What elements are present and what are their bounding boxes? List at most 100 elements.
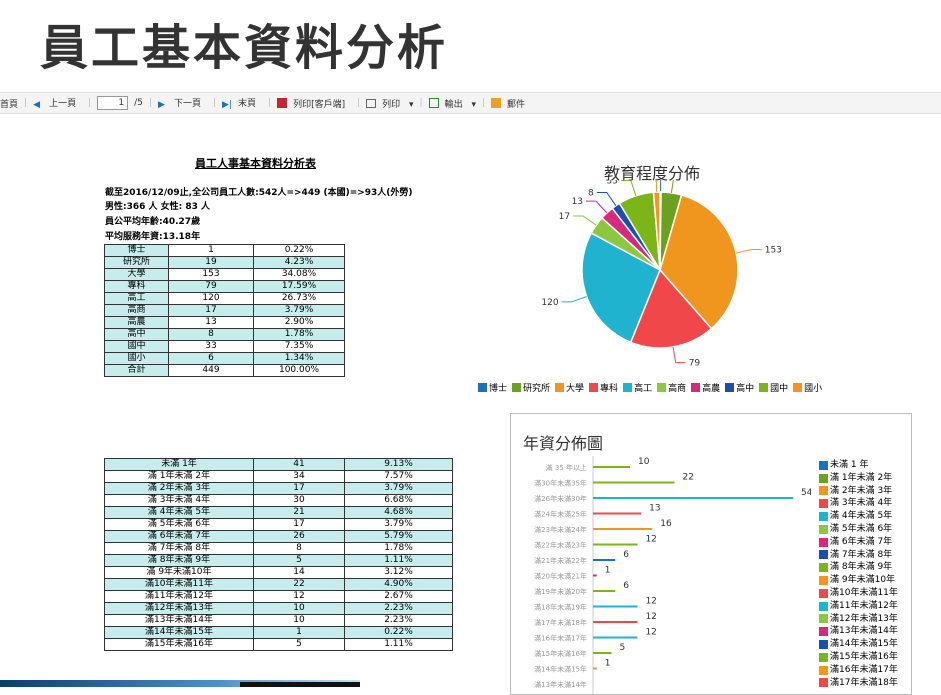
bar-category-label: 滿19年未滿20年 (534, 587, 587, 596)
bar-category-label: 滿 35 年以上 (546, 463, 587, 472)
legend-item[interactable]: 滿 4年未滿 5年 (819, 510, 898, 523)
table-row: 博士 1 0.22% (104, 244, 345, 257)
legend-item[interactable]: 高農 (691, 381, 720, 394)
legend-label: 滿15年未滿16年 (830, 651, 898, 662)
table-cell: 滿12年未滿13年 (104, 602, 254, 615)
legend-swatch (657, 383, 667, 392)
next-page-button[interactable]: ▶ 下一頁 (158, 96, 207, 110)
legend-item[interactable]: 滿11年未滿12年 (819, 600, 898, 613)
pie-legend: 博士 研究所 大學 專科 高工 高商 高農 高中 國中 國小 (478, 381, 827, 394)
legend-item[interactable]: 滿14年未滿15年 (819, 638, 898, 651)
last-page-button[interactable]: ▶| 末頁 (222, 96, 262, 110)
legend-item[interactable]: 未滿 1 年 (819, 459, 898, 472)
toolbar-separator: | (268, 98, 272, 108)
table-row: 專科 79 17.59% (104, 280, 345, 293)
table-cell: 21 (253, 506, 345, 519)
legend-item[interactable]: 大學 (555, 381, 584, 394)
prev-page-button[interactable]: ◀ 上一頁 (33, 96, 82, 110)
legend-item[interactable]: 高中 (725, 381, 754, 394)
legend-item[interactable]: 國中 (759, 381, 788, 394)
table-row: 滿 5年未滿 6年 17 3.79% (104, 518, 453, 531)
bar (593, 559, 616, 561)
legend-item[interactable]: 高商 (657, 381, 686, 394)
table-cell: 3.79% (253, 304, 345, 317)
table-cell: 滿15年未滿16年 (104, 638, 254, 651)
table-cell: 26.73% (253, 292, 345, 305)
legend-swatch (819, 576, 828, 586)
legend-item[interactable]: 國小 (793, 381, 822, 394)
table-cell: 1.34% (253, 352, 345, 365)
legend-label: 滿 6年未滿 7年 (830, 536, 893, 547)
legend-item[interactable]: 滿17年未滿18年 (819, 677, 898, 690)
legend-item[interactable]: 博士 (478, 381, 507, 394)
legend-item[interactable]: 滿13年未滿14年 (819, 625, 898, 638)
table-cell: 30 (253, 494, 345, 507)
legend-item[interactable]: 滿10年未滿11年 (819, 587, 898, 600)
legend-item[interactable]: 專科 (589, 381, 618, 394)
table-cell: 研究所 (104, 256, 169, 269)
legend-label: 滿13年未滿14年 (830, 626, 898, 637)
table-row: 大學 153 34.08% (104, 268, 345, 281)
legend-item[interactable]: 高工 (623, 381, 652, 394)
education-pie-chart: 1 19 153 79 120 1713 8 33 6 (541, 180, 782, 369)
pie-data-label: 153 (765, 245, 782, 255)
bar (593, 481, 675, 484)
table-cell: 449 (168, 364, 254, 377)
legend-item[interactable]: 滿 5年未滿 6年 (819, 523, 898, 536)
bar-category-label: 滿17年未滿18年 (534, 618, 587, 627)
legend-swatch (819, 640, 828, 650)
bar-value-label: 12 (645, 612, 656, 622)
table-cell: 17 (253, 518, 345, 531)
bar-value-label: 6 (623, 550, 629, 560)
legend-item[interactable]: 滿16年未滿17年 (819, 664, 898, 677)
legend-label: 國中 (770, 384, 789, 394)
legend-item[interactable]: 滿 3年未滿 4年 (819, 497, 898, 510)
pie-leader-line (620, 180, 637, 196)
legend-item[interactable]: 滿 9年未滿10年 (819, 574, 898, 587)
printer-icon (366, 98, 377, 108)
print-client-button[interactable]: 列印[客戶端] (277, 97, 351, 110)
export-button[interactable]: 輸出 ▾ (428, 97, 476, 110)
table-row: 滿10年未滿11年 22 4.90% (104, 578, 453, 591)
bar-value-label: 10 (638, 457, 650, 467)
table-cell: 34.08% (253, 268, 345, 281)
print-client-label: 列印[客戶端] (293, 99, 346, 110)
pie-data-label: 120 (541, 298, 558, 308)
bar-category-label: 滿18年未滿19年 (534, 603, 587, 612)
legend-item[interactable]: 滿 1年未滿 2年 (819, 472, 898, 485)
table-row: 滿11年未滿12年 12 2.67% (104, 590, 453, 603)
legend-label: 滿16年未滿17年 (830, 664, 898, 675)
legend-item[interactable]: 滿 7年未滿 8年 (819, 549, 898, 562)
page-title: 員工基本資料分析 (40, 20, 449, 76)
first-page-button[interactable]: 首頁 (0, 97, 18, 110)
legend-swatch (478, 383, 487, 392)
legend-swatch (759, 383, 769, 392)
mail-icon (491, 97, 502, 108)
page-number-input[interactable]: 1 (97, 96, 129, 110)
table-cell: 1.78% (344, 542, 453, 555)
table-cell: 1 (253, 626, 345, 639)
table-cell: 1.11% (344, 554, 453, 567)
bar-legend: 未滿 1 年滿 1年未滿 2年滿 2年未滿 3年滿 3年未滿 4年滿 4年未滿 … (819, 459, 898, 689)
legend-item[interactable]: 滿 8年未滿 9年 (819, 561, 898, 574)
seniority-table: 未滿 1年 41 9.13% 滿 1年未滿 2年 34 7.57% 滿 2年未滿 3年 17 3… (104, 458, 453, 651)
table-row: 高工 120 26.73% (104, 292, 345, 305)
table-cell: 滿 7年未滿 8年 (104, 542, 254, 555)
table-cell: 合計 (104, 364, 169, 377)
table-row: 滿15年未滿16年 5 1.11% (104, 638, 453, 651)
legend-item[interactable]: 滿12年未滿13年 (819, 613, 898, 626)
bar (593, 605, 638, 608)
legend-label: 滿11年未滿12年 (830, 600, 898, 611)
table-cell: 41 (253, 458, 345, 471)
table-cell: 4.23% (253, 256, 345, 269)
print-button[interactable]: 列印 ▾ (366, 97, 414, 110)
legend-item[interactable]: 滿 6年未滿 7年 (819, 536, 898, 549)
table-cell: 17 (253, 482, 345, 495)
mail-button[interactable]: 郵件 (491, 97, 531, 110)
bar-value-label: 54 (801, 488, 811, 498)
legend-item[interactable]: 滿15年未滿16年 (819, 651, 898, 664)
legend-item[interactable]: 滿 2年未滿 3年 (819, 485, 898, 498)
table-cell: 高農 (104, 316, 169, 329)
legend-item[interactable]: 研究所 (512, 381, 550, 394)
table-row: 滿 4年未滿 5年 21 4.68% (104, 506, 453, 519)
